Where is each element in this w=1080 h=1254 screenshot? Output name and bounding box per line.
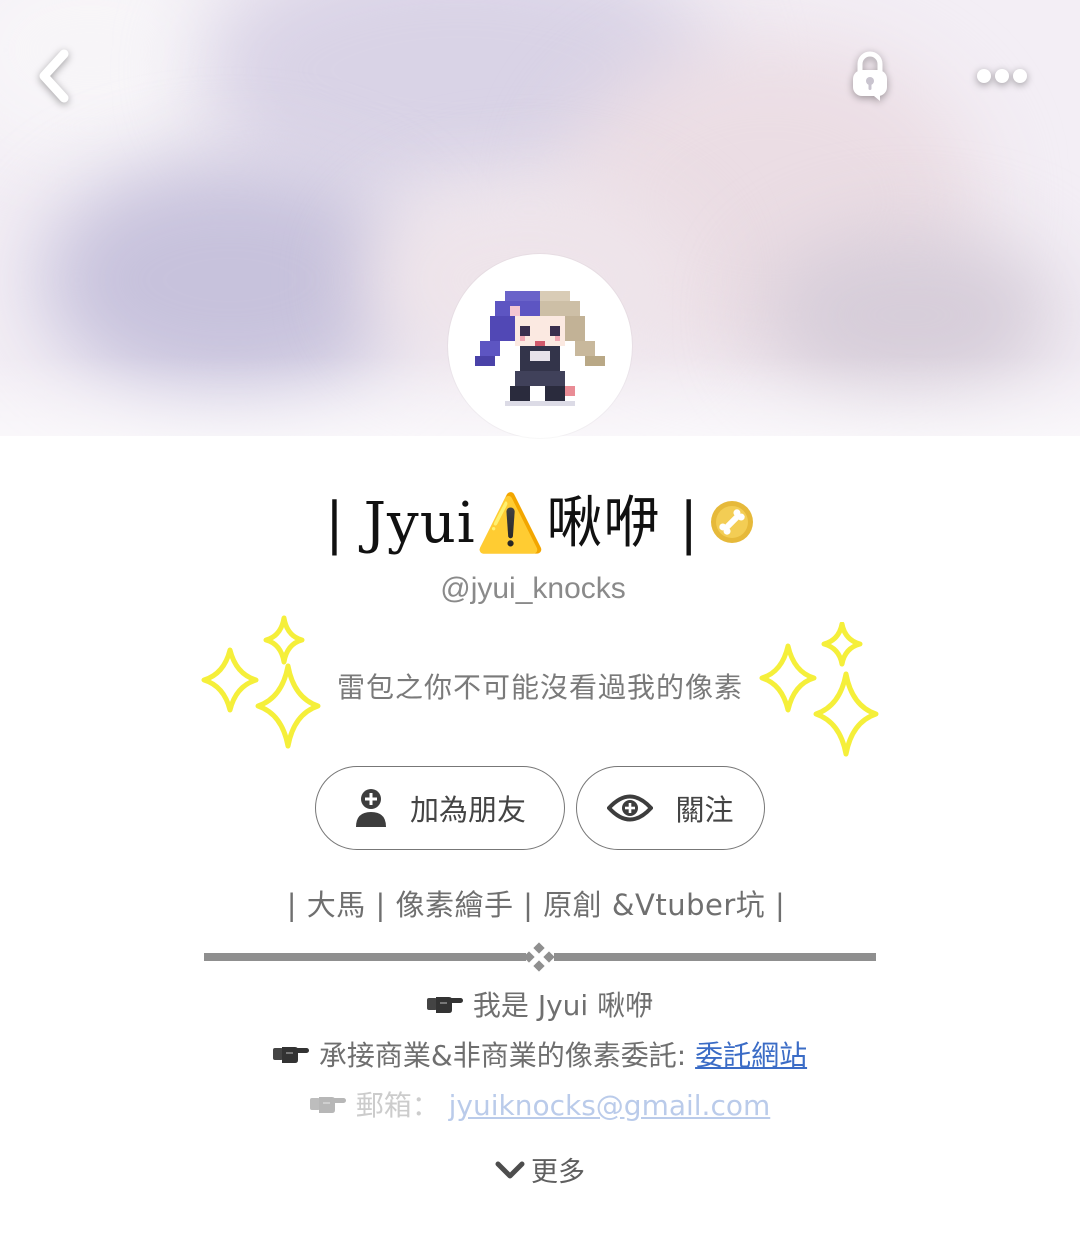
add-user-icon — [355, 789, 386, 827]
lock-button[interactable] — [834, 40, 906, 112]
more-options-button[interactable] — [966, 40, 1038, 112]
profile-info-line: | 大馬 | 像素繪手 | 原創 &Vtuber坑 | — [286, 888, 786, 922]
eye-icon — [607, 794, 654, 822]
back-button[interactable] — [18, 40, 90, 112]
name-row: | Jyui⚠️啾咿 | — [0, 478, 1080, 558]
profile-tagline: 雷包之你不可能沒看過我的像素 — [336, 671, 743, 704]
bio-line: 承接商業&非商業的像素委託: 委託網站 — [0, 1034, 1080, 1074]
bio-line-text: 承接商業&非商業的像素委託: — [318, 1039, 696, 1072]
sparkle-icon — [759, 622, 879, 757]
show-more-label: 更多 — [531, 1157, 585, 1188]
email-link[interactable]: jyuiknocks@gmail.com — [449, 1089, 771, 1122]
add-friend-button[interactable]: 加為朋友 — [315, 766, 565, 850]
divider-ornament — [204, 942, 876, 972]
pointing-hand-icon — [272, 1047, 309, 1063]
lock-icon — [853, 51, 887, 101]
bio-line-text: 郵箱： — [355, 1089, 449, 1122]
bone-medal-icon[interactable] — [709, 499, 755, 545]
pointing-hand-icon — [309, 1097, 346, 1113]
display-name: | Jyui⚠️啾咿 | — [324, 490, 700, 556]
chevron-left-icon — [39, 49, 69, 103]
bio-line: 我是 Jyui 啾咿 — [0, 984, 1080, 1024]
commission-site-link[interactable]: 委託網站 — [695, 1039, 807, 1072]
pointing-hand-icon — [426, 997, 463, 1013]
avatar[interactable] — [448, 254, 632, 438]
bio-line: 郵箱： jyuiknocks@gmail.com — [0, 1084, 1080, 1124]
follow-label: 關注 — [675, 793, 734, 827]
more-dots-icon — [977, 69, 1027, 83]
add-friend-label: 加為朋友 — [409, 793, 526, 827]
show-more-button[interactable]: 更多 — [0, 1150, 1080, 1189]
pixel-avatar-image — [475, 291, 605, 406]
bio-line-text: 我是 Jyui 啾咿 — [472, 989, 654, 1022]
user-handle: @jyui_knocks — [440, 572, 626, 605]
chevron-down-icon — [495, 1161, 525, 1178]
follow-button[interactable]: 關注 — [576, 766, 765, 850]
